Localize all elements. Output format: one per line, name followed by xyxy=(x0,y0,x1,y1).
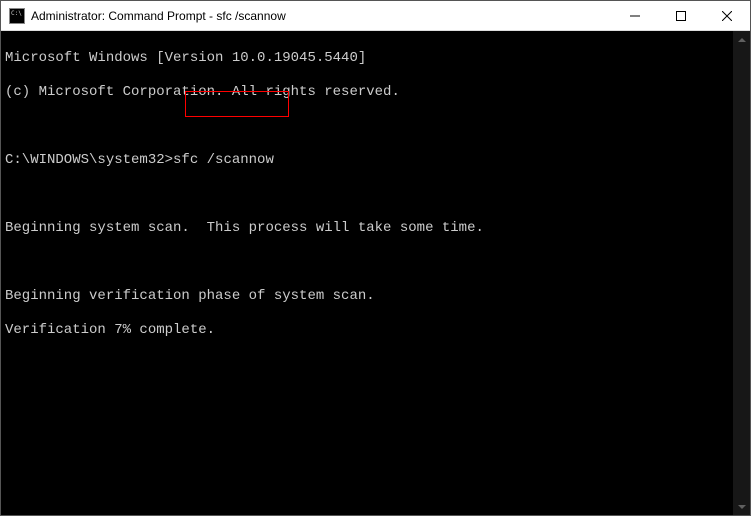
cmd-icon xyxy=(9,8,25,24)
prompt-path: C:\WINDOWS\system32> xyxy=(5,152,173,169)
output-line: Beginning verification phase of system s… xyxy=(5,288,729,305)
maximize-button[interactable] xyxy=(658,1,704,30)
titlebar[interactable]: Administrator: Command Prompt - sfc /sca… xyxy=(1,1,750,31)
terminal-output[interactable]: Microsoft Windows [Version 10.0.19045.54… xyxy=(1,31,733,515)
output-line: Beginning system scan. This process will… xyxy=(5,220,729,237)
minimize-button[interactable] xyxy=(612,1,658,30)
output-line: Microsoft Windows [Version 10.0.19045.54… xyxy=(5,50,729,67)
output-blank xyxy=(5,118,729,135)
close-button[interactable] xyxy=(704,1,750,30)
output-blank xyxy=(5,254,729,271)
terminal-container: Microsoft Windows [Version 10.0.19045.54… xyxy=(1,31,750,515)
window-title: Administrator: Command Prompt - sfc /sca… xyxy=(31,9,612,23)
output-line: (c) Microsoft Corporation. All rights re… xyxy=(5,84,729,101)
output-line: Verification 7% complete. xyxy=(5,322,729,339)
output-blank xyxy=(5,186,729,203)
command-prompt-window: Administrator: Command Prompt - sfc /sca… xyxy=(0,0,751,516)
prompt-line: C:\WINDOWS\system32>sfc /scannow xyxy=(5,152,729,169)
window-controls xyxy=(612,1,750,30)
typed-command: sfc /scannow xyxy=(173,152,274,169)
scroll-down-arrow-icon[interactable] xyxy=(733,498,750,515)
scroll-up-arrow-icon[interactable] xyxy=(733,31,750,48)
vertical-scrollbar[interactable] xyxy=(733,31,750,515)
